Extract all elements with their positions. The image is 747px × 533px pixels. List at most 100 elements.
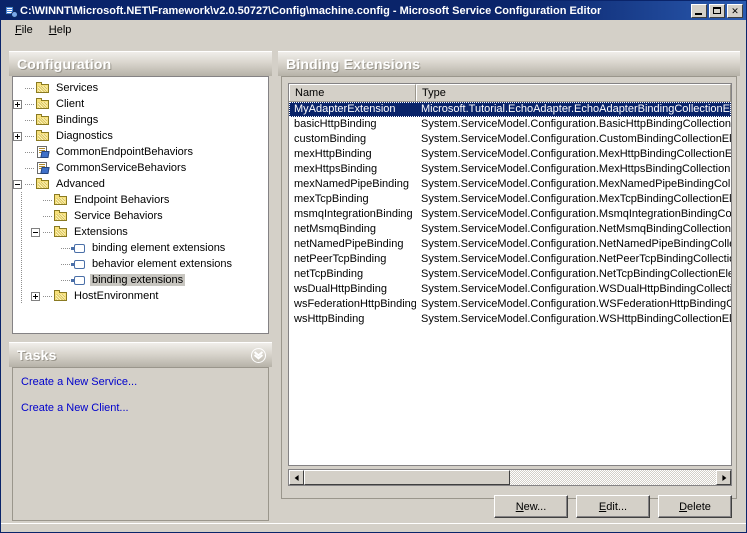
new-button[interactable]: New... [494,495,568,518]
tree-connector-line [43,192,53,208]
cell-type: System.ServiceModel.Configuration.NetTcp… [421,268,731,280]
tree-item-label: Advanced [56,178,105,190]
table-row[interactable]: wsDualHttpBinding System.ServiceModel.Con… [289,282,731,297]
cell-name: MyAdapterExtension [289,102,416,117]
tree-item-endpoint-behaviors[interactable]: Endpoint Behaviors [13,192,268,208]
table-row[interactable]: netTcpBinding System.ServiceModel.Configu… [289,267,731,282]
cell-name: netPeerTcpBinding [294,253,387,265]
tree-item-hostenvironment[interactable]: HostEnvironment [13,288,268,304]
tree-connector-line [43,224,53,240]
collapse-minus-icon[interactable] [31,227,40,237]
tree-item-commonservicebehaviors[interactable]: CommonServiceBehaviors [13,160,268,176]
binding-extensions-listview[interactable]: Name Type MyAdapterExtension Microsoft.Tu… [288,83,732,466]
tree-item-behavior-element-extensions[interactable]: behavior element extensions [13,256,268,272]
tree-item-advanced[interactable]: Advanced [13,176,268,192]
details-pane-header: Binding Extensions [278,51,740,76]
tree-connector-line [43,288,53,304]
tree-item-label: Service Behaviors [74,210,163,222]
tree-connector-line [43,208,53,224]
tree-connector-line [61,256,71,272]
folder-icon [35,97,51,111]
tree-item-client[interactable]: Client [13,96,268,112]
tree-item-label: Diagnostics [56,130,113,142]
task-link-create-a-new-service[interactable]: Create a New Service... [21,376,137,388]
tree-item-label: CommonServiceBehaviors [56,162,187,174]
scroll-right-arrow-icon[interactable] [716,470,731,485]
tree-indent [13,288,31,304]
tree-item-label: Bindings [56,114,99,126]
configuration-tree[interactable]: Services Client Bindings Diagnostics CommonE… [12,76,269,334]
cell-name: mexHttpBinding [294,148,372,160]
table-row[interactable]: wsFederationHttpBinding System.ServiceMod… [289,297,731,312]
folder-icon [53,289,69,303]
tree-item-binding-extensions[interactable]: binding extensions [13,272,268,288]
task-link-create-a-new-client[interactable]: Create a New Client... [21,402,129,414]
details-pane-body: Name Type MyAdapterExtension Microsoft.Tu… [281,76,737,518]
expand-plus-icon[interactable] [13,131,22,141]
cell-name: msmqIntegrationBinding [294,208,413,220]
table-row[interactable]: mexHttpsBinding System.ServiceModel.Confi… [289,162,731,177]
folder-icon [53,193,69,207]
tree-indent [13,272,49,288]
table-row[interactable]: mexHttpBinding System.ServiceModel.Config… [289,147,731,162]
tasks-list: Create a New Service... Create a New Clie… [12,367,269,521]
collapse-minus-icon[interactable] [13,179,22,189]
listview-header: Name Type [289,84,731,102]
table-row[interactable]: netNamedPipeBinding System.ServiceModel.C… [289,237,731,252]
cell-name: basicHttpBinding [294,118,377,130]
tree-item-extensions[interactable]: Extensions [13,224,268,240]
folder-icon [35,113,51,127]
cell-name: mexTcpBinding [294,193,369,205]
expand-plus-icon[interactable] [31,291,40,301]
tree-connector-line [25,112,35,128]
tree-item-binding-element-extensions[interactable]: binding element extensions [13,240,268,256]
cell-name: wsFederationHttpBinding [294,298,416,310]
application-window: C:\WINNT\Microsoft.NET\Framework\v2.0.50… [0,0,747,533]
delete-button[interactable]: Delete [658,495,732,518]
scroll-left-arrow-icon[interactable] [289,470,304,485]
scrollbar-thumb[interactable] [304,470,510,485]
tree-item-bindings[interactable]: Bindings [13,112,268,128]
table-row[interactable]: mexTcpBinding System.ServiceModel.Configu… [289,192,731,207]
close-button[interactable]: ✕ [727,3,743,18]
scrollbar-track[interactable] [304,470,716,485]
table-row[interactable]: netMsmqBinding System.ServiceModel.Config… [289,222,731,237]
menu-item-file[interactable]: File [7,22,41,38]
maximize-button[interactable] [709,3,725,18]
table-row[interactable]: MyAdapterExtension Microsoft.Tutorial.Ech… [289,102,731,117]
tree-item-diagnostics[interactable]: Diagnostics [13,128,268,144]
cell-name: netNamedPipeBinding [294,238,404,250]
column-header-name[interactable]: Name [289,84,416,101]
tree-item-service-behaviors[interactable]: Service Behaviors [13,208,268,224]
menu-item-help[interactable]: Help [41,22,80,38]
table-row[interactable]: basicHttpBinding System.ServiceModel.Conf… [289,117,731,132]
cell-name: wsHttpBinding [294,313,365,325]
tree-item-label: HostEnvironment [74,290,159,302]
behavior-doc-icon [35,161,51,175]
tree-item-services[interactable]: Services [13,80,268,96]
table-row[interactable]: msmqIntegrationBinding System.ServiceMode… [289,207,731,222]
tree-indent [13,192,31,208]
right-column: Binding Extensions Name Type MyAdapterEx… [278,51,740,521]
tree-item-commonendpointbehaviors[interactable]: CommonEndpointBehaviors [13,144,268,160]
horizontal-scrollbar[interactable] [288,469,732,486]
chevron-down-circle-icon[interactable] [251,347,266,363]
details-pane-title: Binding Extensions [286,56,421,72]
minimize-button[interactable] [691,3,707,18]
table-row[interactable]: mexNamedPipeBinding System.ServiceModel.C… [289,177,731,192]
table-row[interactable]: netPeerTcpBinding System.ServiceModel.Con… [289,252,731,267]
table-row[interactable]: customBinding System.ServiceModel.Configu… [289,132,731,147]
button-label: Delete [679,500,711,513]
expand-plus-icon[interactable] [13,99,22,109]
table-row[interactable]: wsHttpBinding System.ServiceModel.Configu… [289,312,731,327]
tree-connector-line [25,80,35,96]
cell-type: System.ServiceModel.Configuration.MexTcp… [421,193,731,205]
folder-icon [35,81,51,95]
cell-type: System.ServiceModel.Configuration.Custom… [421,133,731,145]
tree-indent [13,256,49,272]
column-header-type[interactable]: Type [416,84,731,101]
edit-button[interactable]: Edit... [576,495,650,518]
cell-type: System.ServiceModel.Configuration.WSHttp… [421,313,731,325]
